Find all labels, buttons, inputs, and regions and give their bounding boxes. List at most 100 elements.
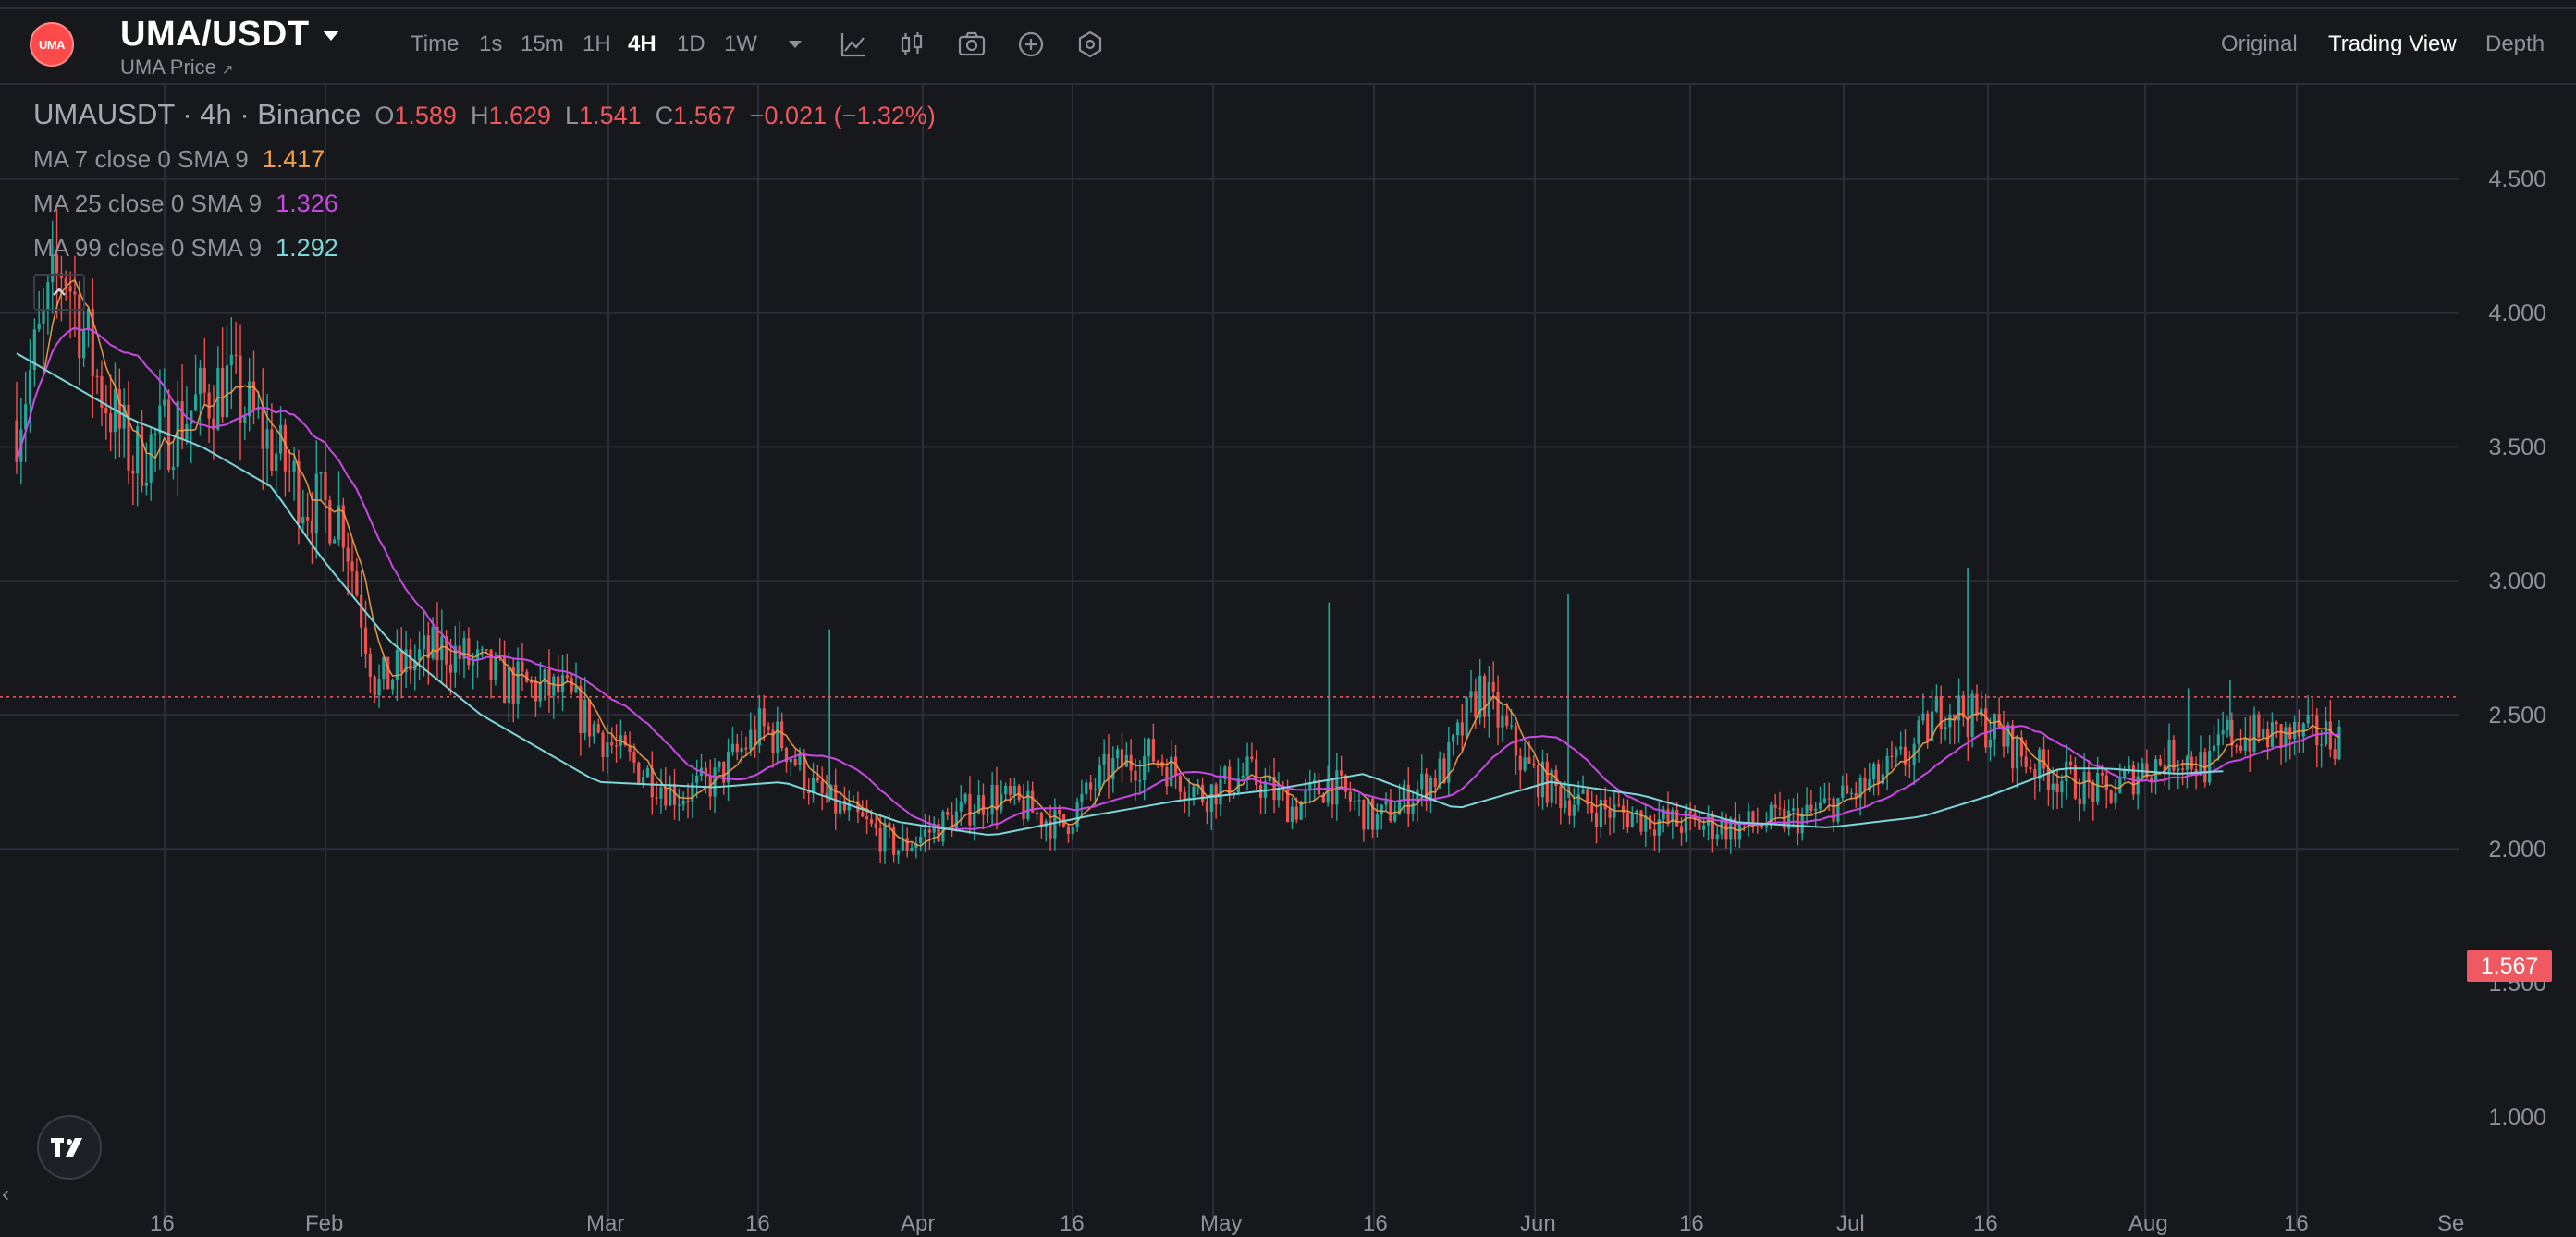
candle-body [968,793,972,826]
candle-body [1353,801,1356,802]
candle-body [2006,724,2010,747]
ma7-line [16,278,2340,847]
candle-body [2153,759,2158,781]
legend-ma99[interactable]: MA 99 close 0 SMA 9 1.292 [33,229,936,274]
candle-body [1737,823,1742,840]
current-price-tag: 1.567 [2467,950,2552,982]
settings-icon[interactable] [1073,28,1107,61]
candle-body [749,729,753,750]
timeframe-15m[interactable]: 15m [521,31,564,57]
candle-body [645,767,650,778]
add-icon[interactable] [1014,28,1048,61]
candle-body [489,649,493,680]
candle-body [1066,826,1071,834]
candle-body [1505,716,1509,726]
candle-body [1304,790,1307,802]
x-tick: Feb [305,1211,344,1236]
legend-ma25[interactable]: MA 25 close 0 SMA 9 1.326 [33,185,936,229]
candle-body [1138,780,1142,782]
candle-body [1455,722,1460,736]
candle-body [1939,696,1943,730]
candle-body [2226,720,2229,731]
x-tick: Aug [2128,1211,2168,1236]
candle-body [1917,720,1920,744]
candle-body [2252,714,2256,752]
candle-body [1559,785,1563,808]
candle-body [1384,800,1388,805]
candle-body [2301,723,2305,737]
scroll-left-icon[interactable]: ‹ [2,1182,9,1207]
timeframe-1d[interactable]: 1D [677,31,705,57]
chart-type-icon[interactable] [895,28,928,61]
candle-body [140,426,144,486]
candle-body [1899,746,1903,750]
candle-body [1107,753,1110,779]
candle-body [730,743,735,753]
candle-body [292,460,296,472]
candle-body [1102,753,1106,765]
candle-body [2015,737,2019,769]
candle-body [1944,727,1947,730]
uma-logo-icon: UMA [30,22,74,67]
candle-body [610,742,614,746]
legend-ma7[interactable]: MA 7 close 0 SMA 9 1.417 [33,141,936,185]
indicators-icon[interactable] [837,28,870,61]
candle-body [587,699,592,737]
candle-body [1183,791,1186,800]
candle-body [963,793,967,802]
candle-body [1567,800,1572,816]
candle-body [1201,784,1205,802]
candle-body [1116,749,1120,759]
candle-body [1192,786,1196,798]
timeframe-time[interactable]: Time [411,31,459,57]
x-tick: 16 [2284,1211,2309,1236]
candle-body [171,466,176,470]
candle-body [1832,798,1835,822]
candle-body [2262,729,2265,738]
legend-high: 1.629 [488,102,552,129]
timeframe-1h[interactable]: 1H [583,31,611,57]
candle-body [2038,749,2042,779]
tradingview-logo-icon[interactable] [37,1115,102,1180]
candle-body [1590,804,1594,813]
view-depth[interactable]: Depth [2485,31,2545,57]
candle-body [1089,782,1093,790]
candle-body [557,676,560,693]
candle-body [1814,808,1818,811]
candle-body [1688,811,1692,814]
candle-body [1004,785,1008,795]
candle-body [1527,757,1531,764]
candle-body [2046,768,2050,790]
candle-body [1988,739,1993,748]
candle-body [2235,745,2239,747]
legend-collapse-button[interactable] [33,274,85,311]
timeframe-4h[interactable]: 4H [628,31,656,57]
candle-body [1285,790,1290,823]
more-timeframes-chevron-icon[interactable] [779,28,812,61]
timeframe-1s[interactable]: 1s [479,31,502,57]
candle-body [2136,776,2140,795]
camera-icon[interactable] [955,28,988,61]
candle-body [1348,791,1352,802]
view-original[interactable]: Original [2221,31,2298,57]
candle-body [368,653,372,677]
timeframe-1w[interactable]: 1W [724,31,757,57]
candle-body [1429,778,1433,802]
legend-ohlc-line: UMAUSDT · 4h · Binance O1.589 H1.629 L1.… [33,98,936,130]
candle-body [2257,714,2261,738]
view-trading-view[interactable]: Trading View [2328,31,2457,57]
candle-body [592,724,595,737]
candle-body [2109,789,2113,803]
pair-subtitle[interactable]: UMA Price ↗ [120,55,234,80]
candle-body [1715,834,1719,839]
candle-body [1652,829,1657,836]
x-tick: 16 [150,1211,175,1236]
candle-body [319,472,323,474]
candle-body [973,814,976,826]
candle-body [127,404,130,471]
pair-title[interactable]: UMA/USDT [120,15,310,55]
candle-body [570,678,573,692]
candle-body [1389,800,1392,822]
candle-body [878,827,882,852]
pair-dropdown-caret-icon[interactable] [318,22,344,48]
